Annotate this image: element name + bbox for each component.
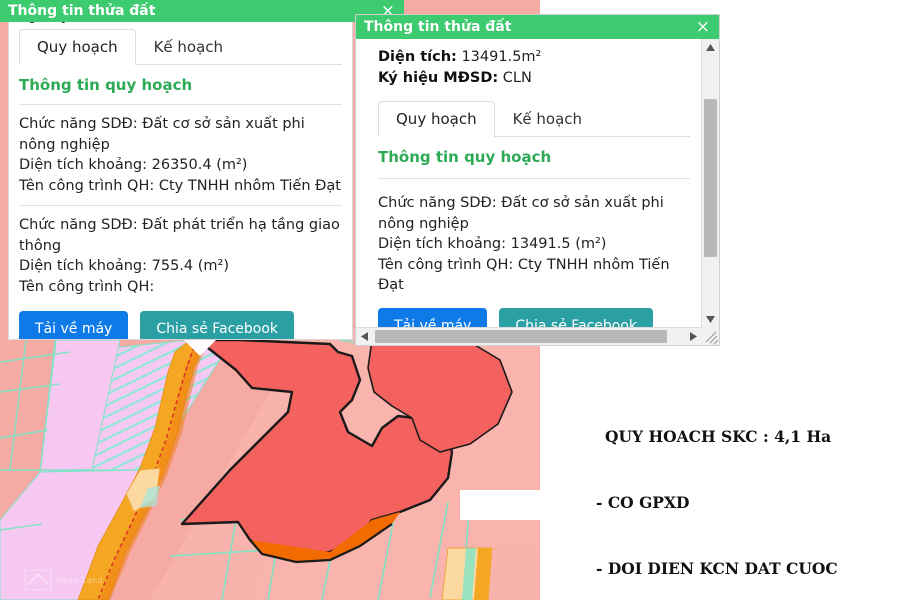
download-button-right[interactable]: Tải về máy [378, 307, 488, 328]
right-panel-titlebar[interactable]: Thông tin thửa đất × [356, 15, 719, 39]
tab-ke-hoach-left[interactable]: Kế hoạch [136, 29, 241, 65]
right-plan-block-1: Chức năng SDĐ: Đất cơ sở sản xuất phi nô… [378, 179, 690, 296]
grip-lines-icon [705, 331, 719, 345]
left-panel-tabs[interactable]: Quy hoạch Kế hoạch [19, 26, 342, 65]
parcel-info-panel-right[interactable]: Thông tin thửa đất × Diện tích: 13491.5m… [355, 14, 720, 346]
parcel-info-panel-left[interactable]: Quy hoạch Kế hoạch Thông tin quy hoạch C… [8, 0, 353, 340]
right-meta-mdsd-value: CLN [502, 70, 532, 86]
scroll-left-icon[interactable] [356, 328, 373, 345]
right-panel-body: Diện tích: 13491.5m² Ký hiệu MĐSD: CLN Q… [356, 39, 702, 328]
close-icon-right[interactable]: × [696, 15, 710, 39]
horizontal-scrollbar-thumb[interactable] [375, 330, 667, 343]
right-block1-project: Tên công trình QH: Cty TNHH nhôm Tiến Đạ… [378, 256, 670, 294]
left-plan-block-2: Chức năng SDĐ: Đất phát triển hạ tầng gi… [19, 206, 342, 297]
right-button-row: Tải về máy Chia sẻ Facebook [378, 296, 690, 328]
annotation-line-3: - DOI DIEN KCN DAT CUOC [596, 559, 838, 578]
download-button-left[interactable]: Tải về máy [19, 311, 129, 339]
right-panel-viewport: Diện tích: 13491.5m² Ký hiệu MĐSD: CLN Q… [356, 39, 719, 345]
caret-left-icon [361, 332, 368, 341]
left-panel-titlebar[interactable]: Thông tin thửa đất × [0, 0, 404, 22]
left-block1-function: Chức năng SDĐ: Đất cơ sở sản xuất phi nô… [19, 116, 305, 153]
right-meta-dien-tich-value: 13491.5m² [461, 49, 542, 65]
right-section-title: Thông tin quy hoạch [378, 148, 552, 166]
caret-up-icon [706, 44, 715, 51]
tab-ke-hoach-right[interactable]: Kế hoạch [495, 101, 600, 137]
left-plan-block-1: Chức năng SDĐ: Đất cơ sở sản xuất phi nô… [19, 105, 342, 196]
annotation-line-1: QUY HOACH SKC : 4,1 Ha [605, 427, 832, 446]
caret-right-icon [690, 332, 697, 341]
left-button-row: Tải về máy Chia sẻ Facebook [19, 297, 342, 339]
left-panel-title: Thông tin thửa đất [8, 3, 156, 19]
right-meta-mdsd-label: Ký hiệu MĐSD: [378, 70, 499, 86]
annotation-line-2: - CO GPXD [596, 493, 690, 512]
left-section-title: Thông tin quy hoạch [19, 76, 193, 94]
horizontal-scrollbar[interactable] [356, 327, 702, 345]
left-block2-function: Chức năng SDĐ: Đất phát triển hạ tầng gi… [19, 217, 340, 254]
vertical-scrollbar-thumb[interactable] [704, 99, 717, 257]
right-block1-area: Diện tích khoảng: 13491.5 (m²) [378, 236, 607, 252]
right-meta-mdsd: Ký hiệu MĐSD: CLN [378, 68, 690, 89]
scroll-up-icon[interactable] [702, 39, 719, 56]
share-facebook-button-right[interactable]: Chia sẻ Facebook [499, 307, 654, 328]
resize-grip-icon[interactable] [702, 328, 719, 345]
map-watermark: Meey Land [24, 569, 103, 591]
scroll-down-icon[interactable] [702, 311, 719, 328]
caret-down-icon [706, 316, 715, 323]
tab-quy-hoach-left[interactable]: Quy hoạch [19, 29, 136, 65]
map-watermark-text: Meey Land [56, 576, 103, 585]
left-block2-project: Tên công trình QH: [19, 278, 155, 295]
left-block1-area: Diện tích khoảng: 26350.4 (m²) [19, 157, 248, 173]
left-block2-area: Diện tích khoảng: 755.4 (m²) [19, 258, 230, 274]
right-meta-dien-tich: Diện tích: 13491.5m² [378, 47, 690, 68]
right-panel-title: Thông tin thửa đất [364, 19, 512, 35]
right-meta-dien-tich-label: Diện tích: [378, 49, 457, 65]
right-panel-content: Diện tích: 13491.5m² Ký hiệu MĐSD: CLN Q… [356, 39, 702, 328]
right-panel-tabs[interactable]: Quy hoạch Kế hoạch [378, 98, 690, 137]
left-block1-project: Tên công trình QH: Cty TNHH nhôm Tiến Đạ… [19, 177, 341, 194]
left-panel-body: Quy hoạch Kế hoạch Thông tin quy hoạch C… [9, 0, 352, 339]
right-block1-function: Chức năng SDĐ: Đất cơ sở sản xuất phi nô… [378, 195, 664, 232]
tab-quy-hoach-right[interactable]: Quy hoạch [378, 101, 495, 137]
share-facebook-button-left[interactable]: Chia sẻ Facebook [140, 311, 295, 339]
map-annotation: QUY HOACH SKC : 4,1 Ha - CO GPXD - DOI D… [596, 382, 896, 602]
scroll-right-icon[interactable] [685, 328, 702, 345]
vertical-scrollbar[interactable] [701, 39, 719, 328]
